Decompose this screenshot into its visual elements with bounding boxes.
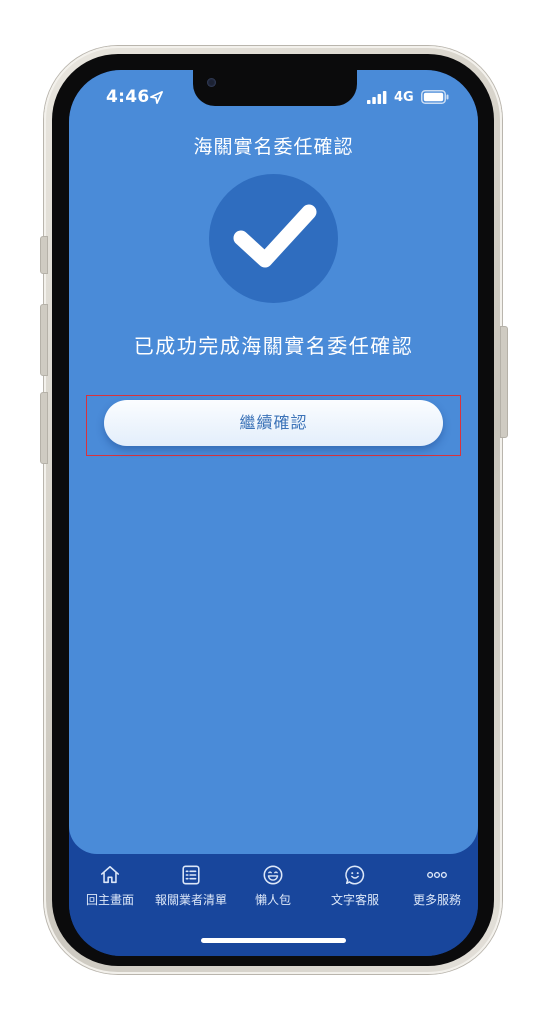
tab-text-support-label: 文字客服 bbox=[330, 893, 379, 907]
tab-more-services-label: 更多服務 bbox=[412, 893, 461, 907]
checkmark-icon bbox=[233, 204, 317, 268]
tab-home[interactable]: 回主畫面 bbox=[70, 864, 150, 914]
status-time: 4:46 bbox=[106, 87, 150, 107]
volume-up-button bbox=[40, 304, 48, 376]
power-button bbox=[500, 326, 508, 438]
tab-text-support[interactable]: 文字客服 bbox=[315, 864, 395, 914]
continue-confirm-button[interactable]: 繼續確認 bbox=[104, 400, 443, 446]
tab-guide[interactable]: 懶人包 bbox=[233, 864, 313, 914]
list-icon bbox=[182, 865, 200, 885]
page-title: 海關實名委任確認 bbox=[193, 136, 354, 158]
success-badge bbox=[209, 174, 338, 303]
success-message: 已成功完成海關實名委任確認 bbox=[133, 334, 414, 358]
location-arrow-icon bbox=[150, 91, 163, 104]
tab-broker-list-label: 報關業者清單 bbox=[154, 893, 227, 907]
volume-down-button bbox=[40, 392, 48, 464]
battery-icon bbox=[421, 90, 449, 104]
action-button bbox=[40, 236, 48, 274]
smiley-grin-icon bbox=[263, 865, 283, 885]
status-bar: 4:46 4G bbox=[69, 70, 478, 120]
chat-smiley-icon bbox=[345, 865, 365, 885]
home-indicator[interactable] bbox=[201, 938, 346, 943]
signal-bars-icon bbox=[367, 91, 387, 104]
tab-guide-label: 懶人包 bbox=[254, 893, 291, 907]
phone-screen: 4:46 4G 海關實名委任確認 已成功完成海關實名委任確認 繼續確認 回主畫面… bbox=[69, 70, 478, 956]
network-type: 4G bbox=[394, 90, 414, 105]
tab-home-label: 回主畫面 bbox=[85, 893, 134, 907]
main-content: 4:46 4G 海關實名委任確認 已成功完成海關實名委任確認 繼續確認 bbox=[69, 70, 478, 854]
tab-more-services[interactable]: 更多服務 bbox=[397, 864, 477, 914]
more-dots-icon bbox=[427, 871, 447, 879]
tab-broker-list[interactable]: 報關業者清單 bbox=[151, 864, 231, 914]
home-icon bbox=[100, 865, 120, 884]
